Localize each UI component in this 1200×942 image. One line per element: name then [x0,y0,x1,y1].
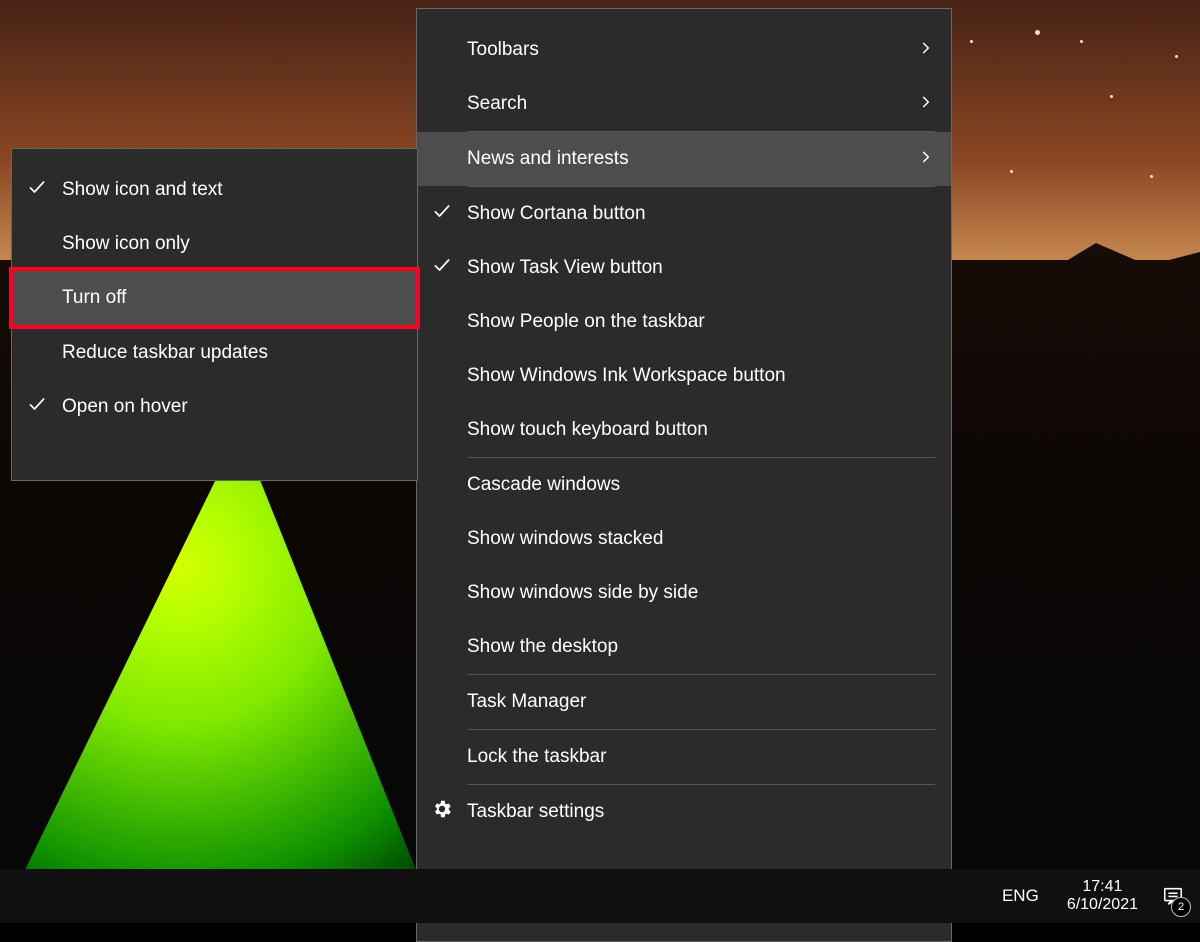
menu-item-label: Show touch keyboard button [467,419,708,441]
menu-item-search[interactable]: Search [417,77,951,131]
menu-item-show-touch-keyboard-button[interactable]: Show touch keyboard button [417,403,951,457]
menu-item-show-the-desktop[interactable]: Show the desktop [417,620,951,674]
menu-item-toolbars[interactable]: Toolbars [417,23,951,77]
check-icon [432,255,452,281]
menu-item-label: Search [467,93,527,115]
menu-item-label: Show windows side by side [467,582,698,604]
taskbar: ENG 17:41 6/10/2021 2 [0,869,1200,923]
gear-icon [431,798,453,826]
menu-item-label: News and interests [467,148,629,170]
menu-item-show-icon-and-text[interactable]: Show icon and text [12,163,417,217]
tray-date: 6/10/2021 [1067,896,1138,914]
tray-clock[interactable]: 17:41 6/10/2021 [1053,869,1152,923]
menu-item-show-windows-ink-workspace-button[interactable]: Show Windows Ink Workspace button [417,349,951,403]
menu-item-label: Toolbars [467,39,539,61]
menu-item-task-manager[interactable]: Task Manager [417,675,951,729]
menu-item-label: Show Task View button [467,257,663,279]
menu-item-label: Turn off [62,287,126,309]
check-icon [27,394,47,420]
menu-item-label: Show icon only [62,233,190,255]
menu-item-label: Open on hover [62,396,188,418]
menu-item-open-on-hover[interactable]: Open on hover [12,380,417,434]
menu-item-label: Show Windows Ink Workspace button [467,365,786,387]
chevron-right-icon [919,39,933,61]
menu-item-label: Lock the taskbar [467,746,606,768]
menu-item-show-cortana-button[interactable]: Show Cortana button [417,187,951,241]
menu-item-reduce-taskbar-updates[interactable]: Reduce taskbar updates [12,326,417,380]
taskbar-context-menu: Toolbars Search News and interests Show Cor… [416,8,952,942]
tray-language-indicator[interactable]: ENG [988,869,1053,923]
action-center-button[interactable]: 2 [1152,869,1194,923]
menu-item-label: Cascade windows [467,474,620,496]
menu-item-show-task-view-button[interactable]: Show Task View button [417,241,951,295]
menu-item-label: Show windows stacked [467,528,663,550]
menu-item-label: Task Manager [467,691,586,713]
menu-item-label: Show Cortana button [467,203,646,225]
menu-item-show-windows-side-by-side[interactable]: Show windows side by side [417,566,951,620]
menu-item-news-and-interests[interactable]: News and interests [417,132,951,186]
menu-item-show-people-on-the-taskbar[interactable]: Show People on the taskbar [417,295,951,349]
chevron-right-icon [919,148,933,170]
menu-item-label: Reduce taskbar updates [62,342,268,364]
tray-time: 17:41 [1082,878,1122,896]
check-icon [27,177,47,203]
notification-badge: 2 [1171,897,1191,917]
menu-item-taskbar-settings[interactable]: Taskbar settings [417,785,951,839]
menu-item-label: Show the desktop [467,636,618,658]
menu-item-lock-the-taskbar[interactable]: Lock the taskbar [417,730,951,784]
menu-item-show-icon-only[interactable]: Show icon only [12,217,417,271]
menu-item-label: Show icon and text [62,179,223,201]
menu-item-label: Taskbar settings [467,801,604,823]
menu-item-cascade-windows[interactable]: Cascade windows [417,458,951,512]
menu-item-label: Show People on the taskbar [467,311,705,333]
menu-item-show-windows-stacked[interactable]: Show windows stacked [417,512,951,566]
check-icon [432,201,452,227]
news-interests-submenu: Show icon and text Show icon only Turn off… [11,148,418,481]
menu-item-turn-off[interactable]: Turn off [12,271,417,325]
chevron-right-icon [919,93,933,115]
